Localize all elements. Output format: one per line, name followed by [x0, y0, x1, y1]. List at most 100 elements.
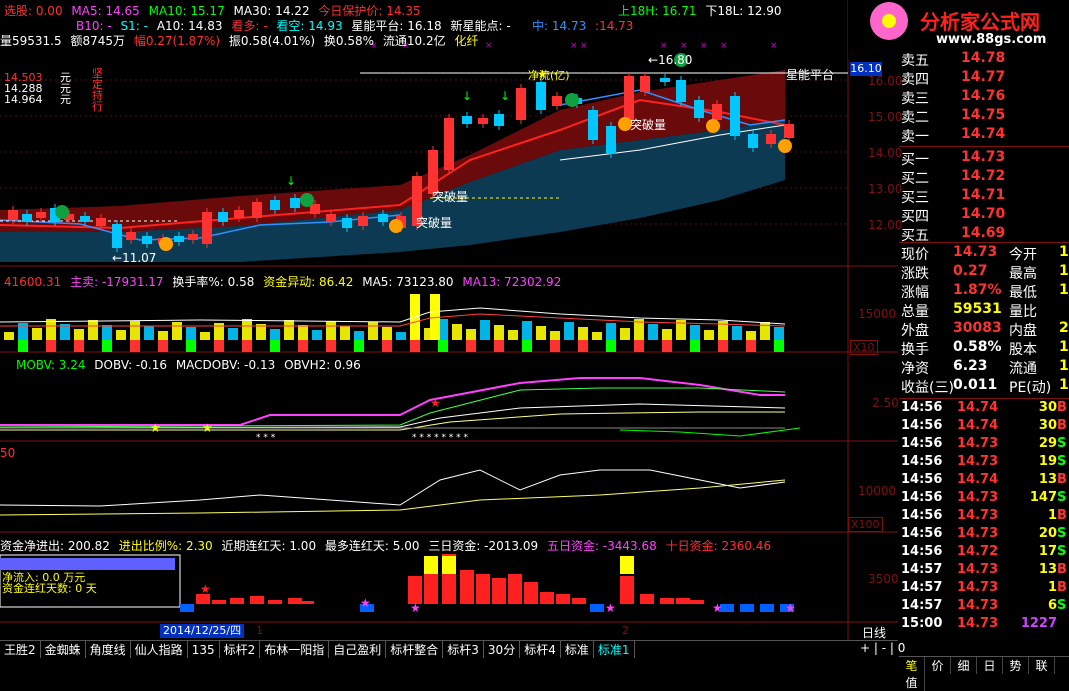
quote-cell-3: 29 [1059, 320, 1069, 336]
order-book-row[interactable]: 买一 14.73 [899, 149, 1069, 168]
fund-bar-top [620, 556, 634, 574]
tab-4[interactable]: 135 [188, 641, 220, 658]
volume-bar [340, 326, 350, 340]
right-bottom-tabs: 笔价细日势联值 [899, 656, 1069, 691]
quote-cell-3: 1 [1059, 282, 1069, 298]
fund-5day: 五日资金: -3443.68 [546, 539, 657, 553]
svg-text:×: × [680, 41, 688, 51]
fund-bar-top [442, 556, 456, 574]
tab-12[interactable]: 标准 [561, 641, 594, 658]
quote-cell-0: 收益(三) [901, 380, 954, 396]
candle-body [588, 110, 598, 140]
right-tab-1[interactable]: 价 [925, 657, 951, 674]
tab-13[interactable]: 标准1 [594, 641, 635, 658]
tick-cell-3: B [1057, 580, 1067, 595]
price-axis-15: 15.00 [868, 110, 903, 124]
left-vertical-text: 坚定持行 [92, 67, 103, 113]
tab-0[interactable]: 王胜2 [0, 641, 41, 658]
tab-3[interactable]: 仙人指路 [131, 641, 188, 658]
quote-cell-3: 1 [1059, 263, 1069, 279]
vol-axis: 15000 [858, 307, 897, 321]
tick-row: 14:56 14.73 20 S [899, 526, 1069, 544]
order-book-row[interactable]: 买二 14.72 [899, 168, 1069, 187]
tab-11[interactable]: 标杆4 [520, 641, 561, 658]
tab-1[interactable]: 金蜘蛛 [41, 641, 86, 658]
period-label[interactable]: 日线 [862, 624, 886, 641]
order-book-row[interactable]: 买四 14.70 [899, 206, 1069, 225]
tab-7[interactable]: 自己盈利 [329, 641, 387, 658]
order-book-row[interactable]: 卖三 14.76 [899, 88, 1069, 107]
right-tab-6[interactable]: 值 [899, 674, 925, 691]
tab-2[interactable]: 角度线 [86, 641, 131, 658]
book-label: 买二 [901, 171, 929, 187]
svg-text:↓: ↓ [500, 89, 510, 103]
indicator-tabs: 王胜2 金蜘蛛 角度线 仙人指路 135 标杆2 布林一阳指 自己盈利 标杆整合 标杆3 30分 标杆… [0, 640, 898, 658]
volume-bar [4, 332, 14, 340]
fund-bar-in [230, 598, 244, 604]
tick-cell-0: 14:56 [901, 436, 943, 451]
volume-bar [494, 325, 504, 340]
obv-obvh2: OBVH2: 0.96 [284, 358, 361, 372]
indicator-down18l: 下18L: 12.90 [705, 4, 782, 18]
order-book-row[interactable]: 卖二 14.75 [899, 107, 1069, 126]
tab-10[interactable]: 30分 [484, 641, 521, 658]
quote-cell-0: 涨幅 [901, 285, 929, 301]
fund-ratio: 进出比例%: 2.30 [118, 539, 213, 553]
candle-body [252, 202, 262, 218]
right-tab-5[interactable]: 联 [1029, 657, 1055, 674]
vol-turnover: 换手率%: 0.58 [172, 275, 255, 289]
order-book-row[interactable]: 卖五 14.78 [899, 50, 1069, 69]
left-unit: 元元元 [60, 72, 71, 105]
right-tab-3[interactable]: 日 [977, 657, 1003, 674]
fund-bar-in [508, 574, 522, 604]
tab-9[interactable]: 标杆3 [443, 641, 484, 658]
unit-3: 元 [60, 93, 71, 106]
tab-8[interactable]: 标杆整合 [386, 641, 444, 658]
candle-body [342, 218, 352, 228]
indicator-s1: S1: - [120, 19, 148, 33]
right-tab-2[interactable]: 细 [951, 657, 977, 674]
fund-bar-out [740, 604, 754, 612]
candle-body [22, 214, 32, 222]
volume-sub-bar [690, 340, 700, 352]
tab-5[interactable]: 标杆2 [220, 641, 261, 658]
svg-text:★: ★ [410, 601, 421, 615]
vol-ma13: MA13: 72302.92 [462, 275, 562, 289]
stat-change: 幅0.27(1.87%) [133, 34, 221, 48]
obv-axis: 2.50 [872, 396, 899, 410]
quote-cell-0: 现价 [901, 247, 929, 263]
volume-bar [578, 327, 588, 340]
volume-bar [144, 326, 154, 340]
tick-cell-0: 14:57 [901, 598, 943, 613]
fund-bar-in [460, 570, 474, 604]
volume-sub-bar [18, 340, 28, 352]
volume-bar [564, 322, 574, 340]
candle-body [712, 104, 722, 120]
volume-bar [732, 326, 742, 340]
right-tab-0[interactable]: 笔 [899, 657, 925, 674]
candle-body [676, 80, 686, 102]
volume-bar [606, 323, 616, 340]
tick-cell-1: 14.74 [957, 472, 999, 487]
book-price: 14.76 [961, 88, 1006, 104]
volume-bar [690, 325, 700, 340]
order-book-row[interactable]: 卖一 14.74 [899, 126, 1069, 145]
volume-bar [774, 327, 784, 340]
volume-bar [452, 324, 462, 340]
right-tab-4[interactable]: 势 [1003, 657, 1029, 674]
volume-bar [46, 319, 56, 340]
tick-cell-3: B [1057, 472, 1067, 487]
tab-6[interactable]: 布林一阳指 [260, 641, 330, 658]
order-book-row[interactable]: 卖四 14.77 [899, 69, 1069, 88]
main-header-mid: 中: 14.73 :14.73 [532, 17, 638, 34]
indicator-kanduo: 看多: - [231, 19, 268, 33]
order-book-row[interactable]: 买三 14.71 [899, 187, 1069, 206]
tab-scroll-controls[interactable]: + | - | 0 [860, 641, 905, 655]
quote-row: 换手 0.58% 股本 11 [899, 339, 1069, 358]
svg-text:* * * * * * * *: * * * * * * * * [412, 433, 469, 443]
fund-recent-red: 近期连红天: 1.00 [221, 539, 317, 553]
tick-cell-3: S [1057, 436, 1067, 451]
volume-sub-bar [158, 340, 168, 352]
candle-body [624, 76, 634, 120]
fund-bar-in [288, 598, 302, 604]
